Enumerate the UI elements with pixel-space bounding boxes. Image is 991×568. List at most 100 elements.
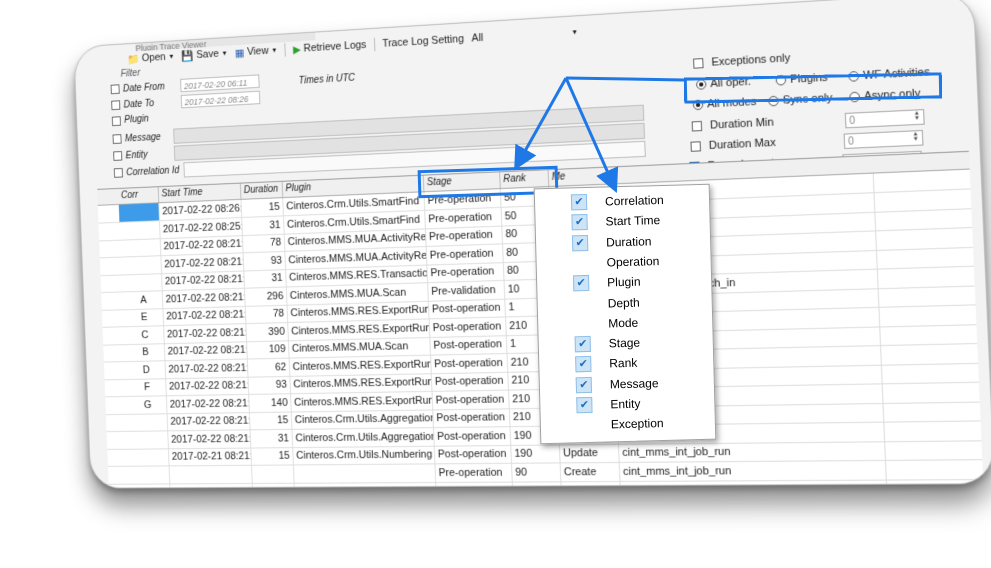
trace-setting-label: Trace Log Setting [381,33,465,50]
open-label: Open [141,51,166,65]
cell-start: 2017-02-22 08:21:05 [166,394,250,413]
cell-plugin [293,463,437,483]
cell-duration: 15 [249,411,293,430]
cell-stage: Pre-operation [435,463,513,482]
cell-duration: 390 [246,322,289,341]
entity-checkbox[interactable] [113,151,123,161]
date-from-checkbox[interactable] [110,84,120,95]
trace-setting-value: All [471,31,484,45]
screenshot-stage: Plugin Trace Viewer 📁 Open ▼ 💾 Save ▼ ▦ View ▼… [0,0,991,568]
menu-item-label: Message [609,375,659,392]
duration-min-checkbox[interactable] [691,120,703,132]
view-label: View [246,45,269,58]
checkmark-icon: ✔ [570,193,588,211]
retrieve-label: Retrieve Logs [303,39,367,55]
exceptions-only-checkbox[interactable] [693,58,704,69]
spinner-icon[interactable]: ▲▼ [911,110,922,123]
highlight-operation-filter [683,72,943,104]
cell-entity: cint_mms_int_job_run [618,441,886,462]
cell-rank: 190 [511,444,561,463]
cell-start: 2017-02-22 08:21:10 [165,359,249,378]
date-to-field[interactable]: 2017-02-22 08:26 [180,90,261,109]
play-icon: ▶ [292,43,302,56]
cell-corr: A [122,290,164,309]
grid-icon: ▦ [234,47,245,60]
duration-max-checkbox[interactable] [690,141,702,152]
plugin-checkbox[interactable] [111,115,121,126]
plugin-label: Plugin [124,113,149,126]
checkmark-icon: ✔ [576,396,593,414]
save-label: Save [196,48,220,61]
exceptions-only-option[interactable]: Exceptions only [693,52,791,70]
column-context-menu: ✔ Correlation ✔ Start Time ✔ Duration Operatio… [533,183,717,445]
cell-duration: 15 [251,447,294,465]
toolbar: 📁 Open ▼ 💾 Save ▼ ▦ View ▼ ▶ Retrieve Logs Trac… [127,22,579,69]
message-label: Message [124,131,161,144]
cell-plugin: Cinteros.Crm.Utils.Numbering [293,445,436,465]
cell-corr [128,465,171,484]
checkmark-icon: ✔ [572,275,590,292]
trace-setting-select[interactable]: All ▼ [471,26,578,45]
cell-start: 2017-02-22 08:21:22 [161,252,245,273]
duration-max-value: 0 [847,136,855,148]
cell-start [170,482,254,489]
cell-duration: 109 [247,340,290,359]
cell-stage: Pre-validation [428,280,506,301]
menu-item-label: Entity [610,396,641,412]
cell-corr: G [126,395,168,414]
spinner-icon[interactable]: ▲▼ [910,131,921,144]
menu-item-label: Rank [609,356,638,371]
cell-stage: Post-operation [431,353,509,373]
cell-entity: annotation [620,479,888,489]
menu-item-label: Depth [607,295,640,310]
cell-duration: 62 [247,358,291,377]
cell-corr: E [122,308,165,327]
message-checkbox[interactable] [112,134,122,144]
cell-plugin: Cinteros.Crm.Utils.Aggregation [291,409,434,429]
cell-plugin: Cinteros.MMS.RES.ExportRunP... [290,391,434,412]
cell-message: Update [559,443,620,463]
cell-entity: cint_mms_int_job_run [619,460,887,481]
cell-stage: Post-operation [433,426,512,446]
menu-item-label: Plugin [606,274,641,290]
duration-min-input[interactable]: 0 ▲ ▼ [844,109,925,129]
open-button[interactable]: 📁 Open ▼ [127,50,175,65]
duration-max-input[interactable]: 0 ▲ ▼ [843,129,924,150]
cell-stage: Pre-operation [425,225,503,247]
duration-min-option[interactable]: Duration Min [691,116,774,132]
date-from-label: Date From [122,81,165,94]
folder-icon: 📁 [126,53,140,66]
save-button[interactable]: 💾 Save ▼ [181,47,228,62]
date-from-field[interactable]: 2017-02-20 06:11 [180,74,260,93]
cell-start: 2017-02-21 08:21:00 [168,447,252,466]
cell-duration: 93 [248,375,291,394]
cell-message: Create [560,462,621,481]
cell-plugin [294,482,437,489]
duration-max-option[interactable]: Duration Max [690,137,776,153]
cell-corr [121,273,163,292]
correlation-checkbox[interactable] [113,167,123,178]
cell-corr: F [125,378,167,397]
date-to-checkbox[interactable] [111,100,121,111]
cell-stage: Pre-operation [427,262,505,283]
date-to-label: Date To [123,97,155,110]
toolbar-separator [373,37,376,52]
col-header-duration[interactable]: Duration [240,181,284,199]
col-header-corr[interactable]: Corr [118,187,160,204]
cell-duration: 31 [250,429,294,448]
cell-start: 2017-02-22 08:21:11 [162,288,246,308]
cell-corr [118,203,160,222]
retrieve-logs-button[interactable]: ▶ Retrieve Logs [292,39,367,56]
cell-stage: Post-operation [433,408,511,428]
cell-start: 2017-02-22 08:21:10 [164,341,248,361]
checkmark-icon: ✔ [575,356,592,373]
view-button[interactable]: ▦ View ▼ [235,44,278,59]
cell-stage: Post-operation [432,390,510,409]
cell-duration: 31 [242,215,285,235]
menu-item-exception[interactable]: Exception [541,412,711,436]
cell-corr [126,413,169,431]
chevron-down-icon: ▼ [271,46,278,55]
cell-duration: 78 [242,233,286,253]
cell-plugin: Cinteros.MMS.RES.ExportRunP... [290,373,433,394]
duration-min-value: 0 [849,115,856,128]
